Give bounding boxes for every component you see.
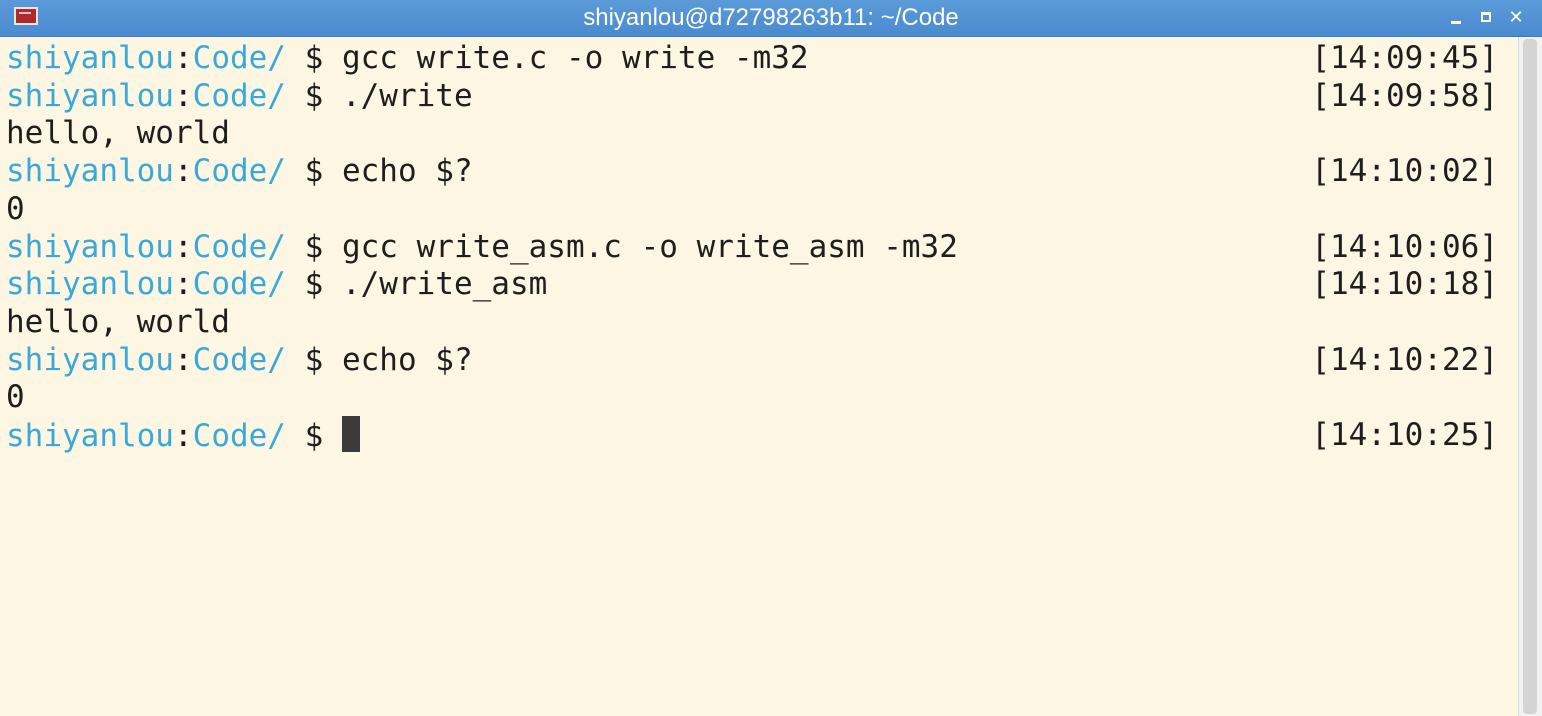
prompt-timestamp: [14:09:58] bbox=[1311, 77, 1498, 114]
prompt-directory: Code/ bbox=[192, 153, 286, 190]
command-text: gcc write.c -o write -m32 bbox=[341, 40, 809, 76]
prompt-symbol: $ bbox=[285, 341, 342, 378]
prompt-colon: : bbox=[173, 40, 193, 76]
output-line: hello, world bbox=[6, 303, 230, 340]
output-line: 0 bbox=[6, 190, 25, 227]
close-button[interactable]: ✕ bbox=[1505, 7, 1527, 29]
text-cursor[interactable] bbox=[341, 416, 360, 452]
prompt-directory: Code/ bbox=[192, 341, 286, 378]
prompt-line: shiyanlou:Code/ $ gcc write.c -o write -… bbox=[6, 39, 809, 77]
prompt-directory: Code/ bbox=[192, 228, 286, 265]
prompt-symbol: $ bbox=[285, 266, 342, 303]
close-icon: ✕ bbox=[1508, 7, 1524, 28]
prompt-timestamp: [14:09:45] bbox=[1311, 40, 1498, 76]
maximize-button[interactable] bbox=[1476, 7, 1498, 29]
prompt-symbol: $ bbox=[285, 228, 342, 265]
prompt-directory: Code/ bbox=[192, 40, 286, 76]
prompt-user: shiyanlou bbox=[6, 266, 174, 303]
prompt-user: shiyanlou bbox=[6, 77, 174, 114]
command-text: gcc write_asm.c -o write_asm -m32 bbox=[341, 228, 958, 265]
minimize-button[interactable] bbox=[1446, 7, 1468, 29]
prompt-symbol: $ bbox=[285, 77, 342, 114]
prompt-colon: : bbox=[173, 418, 193, 454]
prompt-directory: Code/ bbox=[192, 266, 286, 303]
prompt-timestamp: [14:10:22] bbox=[1311, 341, 1498, 378]
prompt-line: shiyanlou:Code/ $ bbox=[6, 416, 360, 454]
prompt-line: shiyanlou:Code/ $ gcc write_asm.c -o wri… bbox=[6, 228, 958, 266]
prompt-line: shiyanlou:Code/ $ ./write_asm bbox=[6, 265, 547, 303]
maximize-icon bbox=[1481, 12, 1491, 22]
prompt-colon: : bbox=[173, 77, 193, 114]
prompt-line: shiyanlou:Code/ $ echo $? bbox=[6, 341, 473, 379]
command-text: echo $? bbox=[341, 153, 473, 190]
prompt-user: shiyanlou bbox=[6, 40, 174, 76]
prompt-user: shiyanlou bbox=[6, 341, 174, 378]
command-text: echo $? bbox=[341, 341, 473, 378]
prompt-user: shiyanlou bbox=[6, 153, 174, 190]
terminal-output-area[interactable]: shiyanlou:Code/ $ gcc write.c -o write -… bbox=[0, 37, 1518, 716]
prompt-colon: : bbox=[173, 228, 193, 265]
output-line: hello, world bbox=[6, 115, 230, 152]
minimize-icon bbox=[1451, 21, 1461, 24]
prompt-line: shiyanlou:Code/ $ echo $? bbox=[6, 152, 473, 190]
prompt-directory: Code/ bbox=[192, 418, 286, 454]
scrollbar-thumb[interactable] bbox=[1523, 39, 1537, 714]
prompt-line: shiyanlou:Code/ $ ./write bbox=[6, 77, 473, 115]
prompt-timestamp: [14:10:06] bbox=[1311, 228, 1498, 265]
prompt-timestamp: [14:10:18] bbox=[1311, 266, 1498, 303]
prompt-colon: : bbox=[173, 341, 193, 378]
command-text: ./write_asm bbox=[341, 266, 548, 303]
terminal-window: shiyanlou@d72798263b11: ~/Code ✕ shiyanl… bbox=[0, 0, 1542, 716]
prompt-colon: : bbox=[173, 153, 193, 190]
window-title: shiyanlou@d72798263b11: ~/Code bbox=[583, 4, 959, 31]
title-bar[interactable]: shiyanlou@d72798263b11: ~/Code ✕ bbox=[0, 0, 1542, 37]
prompt-colon: : bbox=[173, 266, 193, 303]
prompt-symbol: $ bbox=[285, 40, 342, 76]
command-text: ./write bbox=[341, 77, 473, 114]
vertical-scrollbar[interactable] bbox=[1518, 37, 1542, 716]
prompt-timestamp: [14:10:25] bbox=[1311, 417, 1498, 453]
output-line: 0 bbox=[6, 379, 25, 416]
prompt-timestamp: [14:10:02] bbox=[1311, 153, 1498, 190]
prompt-symbol: $ bbox=[285, 153, 342, 190]
prompt-directory: Code/ bbox=[192, 77, 286, 114]
prompt-user: shiyanlou bbox=[6, 418, 174, 454]
prompt-user: shiyanlou bbox=[6, 228, 174, 265]
prompt-symbol: $ bbox=[285, 418, 342, 454]
